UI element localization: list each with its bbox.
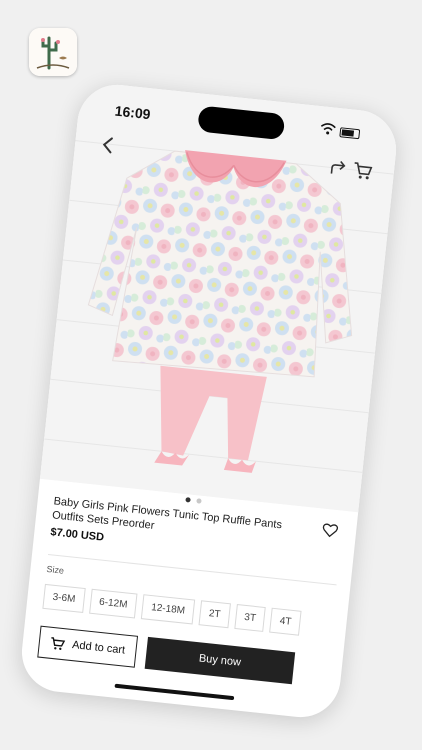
wifi-icon (320, 123, 336, 135)
cart-icon[interactable] (351, 160, 375, 182)
size-option-2t[interactable]: 2T (198, 600, 231, 629)
app-icon (29, 28, 77, 76)
size-option-3t[interactable]: 3T (234, 604, 267, 632)
buy-now-label: Buy now (198, 652, 242, 669)
product-price: $7.00 USD (49, 526, 105, 544)
phone-mockup: 16:09 Baby Girls Pink Flowers Tunic Top … (17, 80, 401, 722)
home-indicator[interactable] (114, 683, 235, 701)
cart-icon (51, 637, 66, 651)
section-divider (48, 554, 337, 586)
size-option-4t[interactable]: 4T (269, 607, 302, 636)
add-to-cart-button[interactable]: Add to cart (37, 625, 139, 668)
carousel-indicator (185, 497, 202, 504)
size-option-3-6m[interactable]: 3-6M (42, 583, 86, 613)
size-option-6-12m[interactable]: 6-12M (88, 588, 138, 619)
carousel-dot[interactable] (196, 498, 202, 504)
carousel-dot[interactable] (185, 497, 191, 503)
battery-icon (339, 127, 361, 140)
size-options: 3-6M 6-12M 12-18M 2T 3T 4T (42, 583, 302, 636)
buy-now-button[interactable]: Buy now (144, 636, 296, 685)
size-option-12-18m[interactable]: 12-18M (140, 594, 196, 625)
heart-icon[interactable] (321, 523, 339, 539)
share-icon[interactable] (327, 157, 349, 179)
chevron-left-icon[interactable] (96, 133, 120, 157)
store-logo-icon (29, 28, 77, 76)
size-label: Size (46, 563, 65, 576)
status-time: 16:09 (114, 102, 152, 123)
add-to-cart-label: Add to cart (71, 639, 126, 657)
